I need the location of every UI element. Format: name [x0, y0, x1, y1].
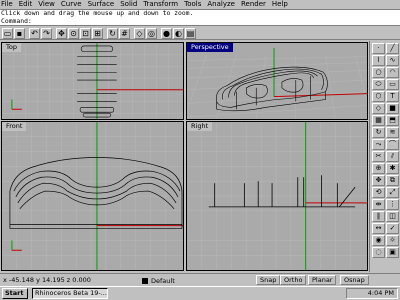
snap-icon[interactable]: ◇ — [134, 28, 145, 39]
viewport-top-canvas — [2, 43, 183, 119]
menu-tools[interactable]: Tools — [184, 0, 201, 9]
undo-icon[interactable]: ↶ — [29, 28, 40, 39]
osnap-icon[interactable]: ◎ — [146, 28, 157, 39]
viewport-perspective-canvas — [187, 47, 367, 119]
zoom-icon[interactable]: ⊙ — [68, 28, 79, 39]
render-icon[interactable]: ◉ — [372, 235, 385, 246]
offset-icon[interactable]: ∥ — [372, 211, 385, 222]
shade-icon[interactable]: ● — [161, 28, 172, 39]
status-bar: x -45.148 y 14.195 z 0.000 Default Snap … — [0, 273, 400, 286]
solid-icon[interactable]: ■ — [386, 103, 399, 114]
join-icon[interactable]: ⊕ — [372, 163, 385, 174]
light-icon[interactable]: ☼ — [386, 235, 399, 246]
layer-icon[interactable]: ▤ — [185, 28, 196, 39]
split-icon[interactable]: ⫽ — [386, 151, 399, 162]
boolean-icon[interactable]: ◫ — [386, 211, 399, 222]
revolve-icon[interactable]: ↻ — [372, 127, 385, 138]
analyze-icon[interactable]: ✓ — [386, 223, 399, 234]
dimension-icon[interactable]: ↔ — [372, 223, 385, 234]
extrude-icon[interactable]: ⬒ — [386, 115, 399, 126]
zoom-extents-icon[interactable]: ⊞ — [92, 28, 103, 39]
standard-toolbar: ▭ ▪ ↶ ↷ ✥ ⊙ ⊡ ⊞ ↻ # ◇ ◎ ● ◐ ▤ — [0, 27, 400, 40]
line-icon[interactable]: ╱ — [386, 43, 399, 54]
viewport-top-title[interactable]: Top — [2, 43, 21, 52]
start-label: Start — [5, 289, 24, 297]
viewport-front-title[interactable]: Front — [2, 122, 27, 131]
viewport-right-canvas — [187, 122, 367, 270]
menu-view[interactable]: View — [38, 0, 55, 9]
windows-taskbar: Start Rhinoceros Beta 19-... 4:04 PM — [0, 286, 400, 300]
viewport-top[interactable]: Top — [1, 42, 184, 120]
main-toolbar: · ╱ ⌇ ∿ ○ ◠ ⬭ ▭ ⬡ T ◇ ■ ▦ ⬒ ↻ ≋ ⤳ ⌒ ✂ ⫽ … — [369, 41, 400, 272]
new-file-icon[interactable]: ▭ — [2, 28, 13, 39]
viewport-right[interactable]: Right — [186, 121, 368, 271]
lock-icon[interactable]: ▣ — [386, 247, 399, 258]
menu-curve[interactable]: Curve — [61, 0, 82, 9]
hide-icon[interactable]: ◌ — [372, 247, 385, 258]
command-area[interactable]: Click down and drag the mouse up and dow… — [0, 9, 400, 26]
command-history: Click down and drag the mouse up and dow… — [1, 9, 194, 17]
grid-icon[interactable]: # — [119, 28, 130, 39]
menu-transform[interactable]: Transform — [143, 0, 178, 9]
save-icon[interactable]: ▪ — [14, 28, 25, 39]
text-icon[interactable]: T — [386, 91, 399, 102]
layer-indicator[interactable]: Default — [142, 276, 175, 285]
move-icon[interactable]: ✥ — [372, 175, 385, 186]
point-icon[interactable]: · — [372, 43, 385, 54]
viewport-front-canvas — [2, 122, 183, 270]
surface-icon[interactable]: ◇ — [372, 103, 385, 114]
fillet-icon[interactable]: ⌒ — [386, 139, 399, 150]
system-tray: 4:04 PM — [346, 288, 398, 299]
arc-icon[interactable]: ◠ — [386, 67, 399, 78]
viewport-perspective[interactable]: Perspective — [186, 42, 368, 120]
viewport-perspective-title[interactable]: Perspective — [187, 43, 233, 52]
pan-icon[interactable]: ✥ — [56, 28, 67, 39]
menu-edit[interactable]: Edit — [19, 0, 33, 9]
array-icon[interactable]: ⋮ — [386, 199, 399, 210]
copy-icon[interactable]: ⧉ — [386, 175, 399, 186]
redo-icon[interactable]: ↷ — [41, 28, 52, 39]
start-button[interactable]: Start — [2, 288, 28, 299]
layer-color-swatch — [142, 277, 148, 284]
clock: 4:04 PM — [367, 289, 394, 297]
planar-toggle[interactable]: Planar — [308, 275, 337, 285]
snap-toggle[interactable]: Snap — [256, 275, 281, 285]
viewport-right-title[interactable]: Right — [187, 122, 213, 131]
menu-solid[interactable]: Solid — [120, 0, 137, 9]
zoom-window-icon[interactable]: ⊡ — [80, 28, 91, 39]
coordinate-readout: x -45.148 y 14.195 z 0.000 — [3, 276, 91, 284]
viewport-front[interactable]: Front — [1, 121, 184, 271]
rotate-view-icon[interactable]: ↻ — [107, 28, 118, 39]
circle-icon[interactable]: ○ — [372, 67, 385, 78]
menu-file[interactable]: File — [1, 0, 13, 9]
sweep-icon[interactable]: ⤳ — [372, 139, 385, 150]
mirror-icon[interactable]: ⇹ — [372, 199, 385, 210]
curve-icon[interactable]: ∿ — [386, 55, 399, 66]
rectangle-icon[interactable]: ▭ — [386, 79, 399, 90]
menu-bar: File Edit View Curve Surface Solid Trans… — [0, 0, 400, 9]
menu-surface[interactable]: Surface — [88, 0, 115, 9]
menu-help[interactable]: Help — [272, 0, 288, 9]
menu-render[interactable]: Render — [241, 0, 266, 9]
command-prompt[interactable]: Command: — [0, 17, 400, 26]
rotate-icon[interactable]: ⟲ — [372, 187, 385, 198]
polyline-icon[interactable]: ⌇ — [372, 55, 385, 66]
mesh-icon[interactable]: ▦ — [372, 115, 385, 126]
trim-icon[interactable]: ✂ — [372, 151, 385, 162]
taskbar-rhino-button[interactable]: Rhinoceros Beta 19-... — [32, 288, 108, 299]
scale-icon[interactable]: ⤢ — [386, 187, 399, 198]
loft-icon[interactable]: ≋ — [386, 127, 399, 138]
layer-name: Default — [151, 276, 175, 285]
properties-icon[interactable]: ◐ — [173, 28, 184, 39]
menu-analyze[interactable]: Analyze — [207, 0, 235, 9]
ellipse-icon[interactable]: ⬭ — [372, 79, 385, 90]
ortho-toggle[interactable]: Ortho — [280, 275, 307, 285]
osnap-toggle[interactable]: Osnap — [340, 275, 369, 285]
explode-icon[interactable]: ✱ — [386, 163, 399, 174]
polygon-icon[interactable]: ⬡ — [372, 91, 385, 102]
